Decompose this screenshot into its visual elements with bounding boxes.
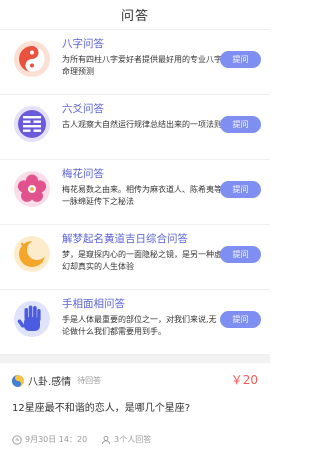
question-price: ￥20: [230, 373, 258, 387]
category-logo-icon: [12, 374, 24, 387]
hexagram-icon: [10, 102, 54, 146]
question-text: 12星座最不和谐的恋人，是哪几个星座?: [12, 403, 191, 414]
section-divider: [0, 355, 270, 363]
list-item-dream[interactable]: 解梦起名黄道吉日综合问答 梦，是窥探内心的一面隐秘之镜，是另一种虚幻却真实的人生…: [0, 225, 270, 290]
question-card[interactable]: 八卦.感情 待回答 ￥20 12星座最不和谐的恋人，是哪几个星座? 9月30日 …: [0, 363, 270, 450]
question-status: 待回答: [77, 376, 102, 385]
item-description: 梅花易数之由来。相传为麻衣道人、陈希夷等一脉绵延传下之秘法: [62, 185, 222, 206]
item-title: 解梦起名黄道吉日综合问答: [62, 233, 188, 245]
list-item-bazi[interactable]: 八字问答 为所有四柱八字爱好者提供最好用的专业八字命理预测 提问: [0, 30, 270, 95]
item-title: 八字问答: [62, 38, 104, 50]
list-item-liuyao[interactable]: 六爻问答 古人观察大自然运行规律总结出来的一项法则 提问: [0, 95, 270, 160]
list-item-meihua[interactable]: 梅花问答 梅花易数之由来。相传为麻衣道人、陈希夷等一脉绵延传下之秘法 提问: [0, 160, 270, 225]
ask-button[interactable]: 提问: [220, 181, 261, 198]
clock-icon: [12, 434, 22, 445]
item-title: 手相面相问答: [62, 298, 125, 310]
item-description: 为所有四柱八字爱好者提供最好用的专业八字命理预测: [62, 55, 222, 76]
yin-yang-icon: [10, 37, 54, 81]
item-description: 古人观察大自然运行规律总结出来的一项法则: [62, 120, 222, 129]
palm-icon: [10, 297, 54, 341]
dream-moon-icon: [10, 232, 54, 276]
category-list: 八字问答 为所有四柱八字爱好者提供最好用的专业八字命理预测 提问 六爻问答 古人…: [0, 30, 270, 355]
ask-button[interactable]: 提问: [220, 51, 261, 68]
answer-count: 3个人回答: [114, 435, 152, 444]
item-title: 梅花问答: [62, 168, 104, 180]
plum-blossom-icon: [10, 167, 54, 211]
question-category: 八卦.感情: [28, 377, 72, 388]
item-description: 梦，是窥探内心的一面隐秘之镜，是另一种虚幻却真实的人生体验: [62, 250, 222, 271]
ask-button[interactable]: 提问: [220, 116, 261, 133]
item-description: 手是人体最重要的部位之一，对我们来说,无论做什么我们都需要用到手。: [62, 315, 217, 336]
item-title: 六爻问答: [62, 103, 104, 115]
list-item-palm[interactable]: 手相面相问答 手是人体最重要的部位之一，对我们来说,无论做什么我们都需要用到手。…: [0, 290, 270, 355]
person-icon: [101, 435, 111, 445]
question-time: 9月30日 14：20: [25, 435, 88, 444]
nav-bar: 问答: [0, 0, 270, 30]
page-title: 问答: [120, 9, 149, 24]
ask-button[interactable]: 提问: [220, 246, 261, 263]
ask-button[interactable]: 提问: [220, 311, 261, 328]
